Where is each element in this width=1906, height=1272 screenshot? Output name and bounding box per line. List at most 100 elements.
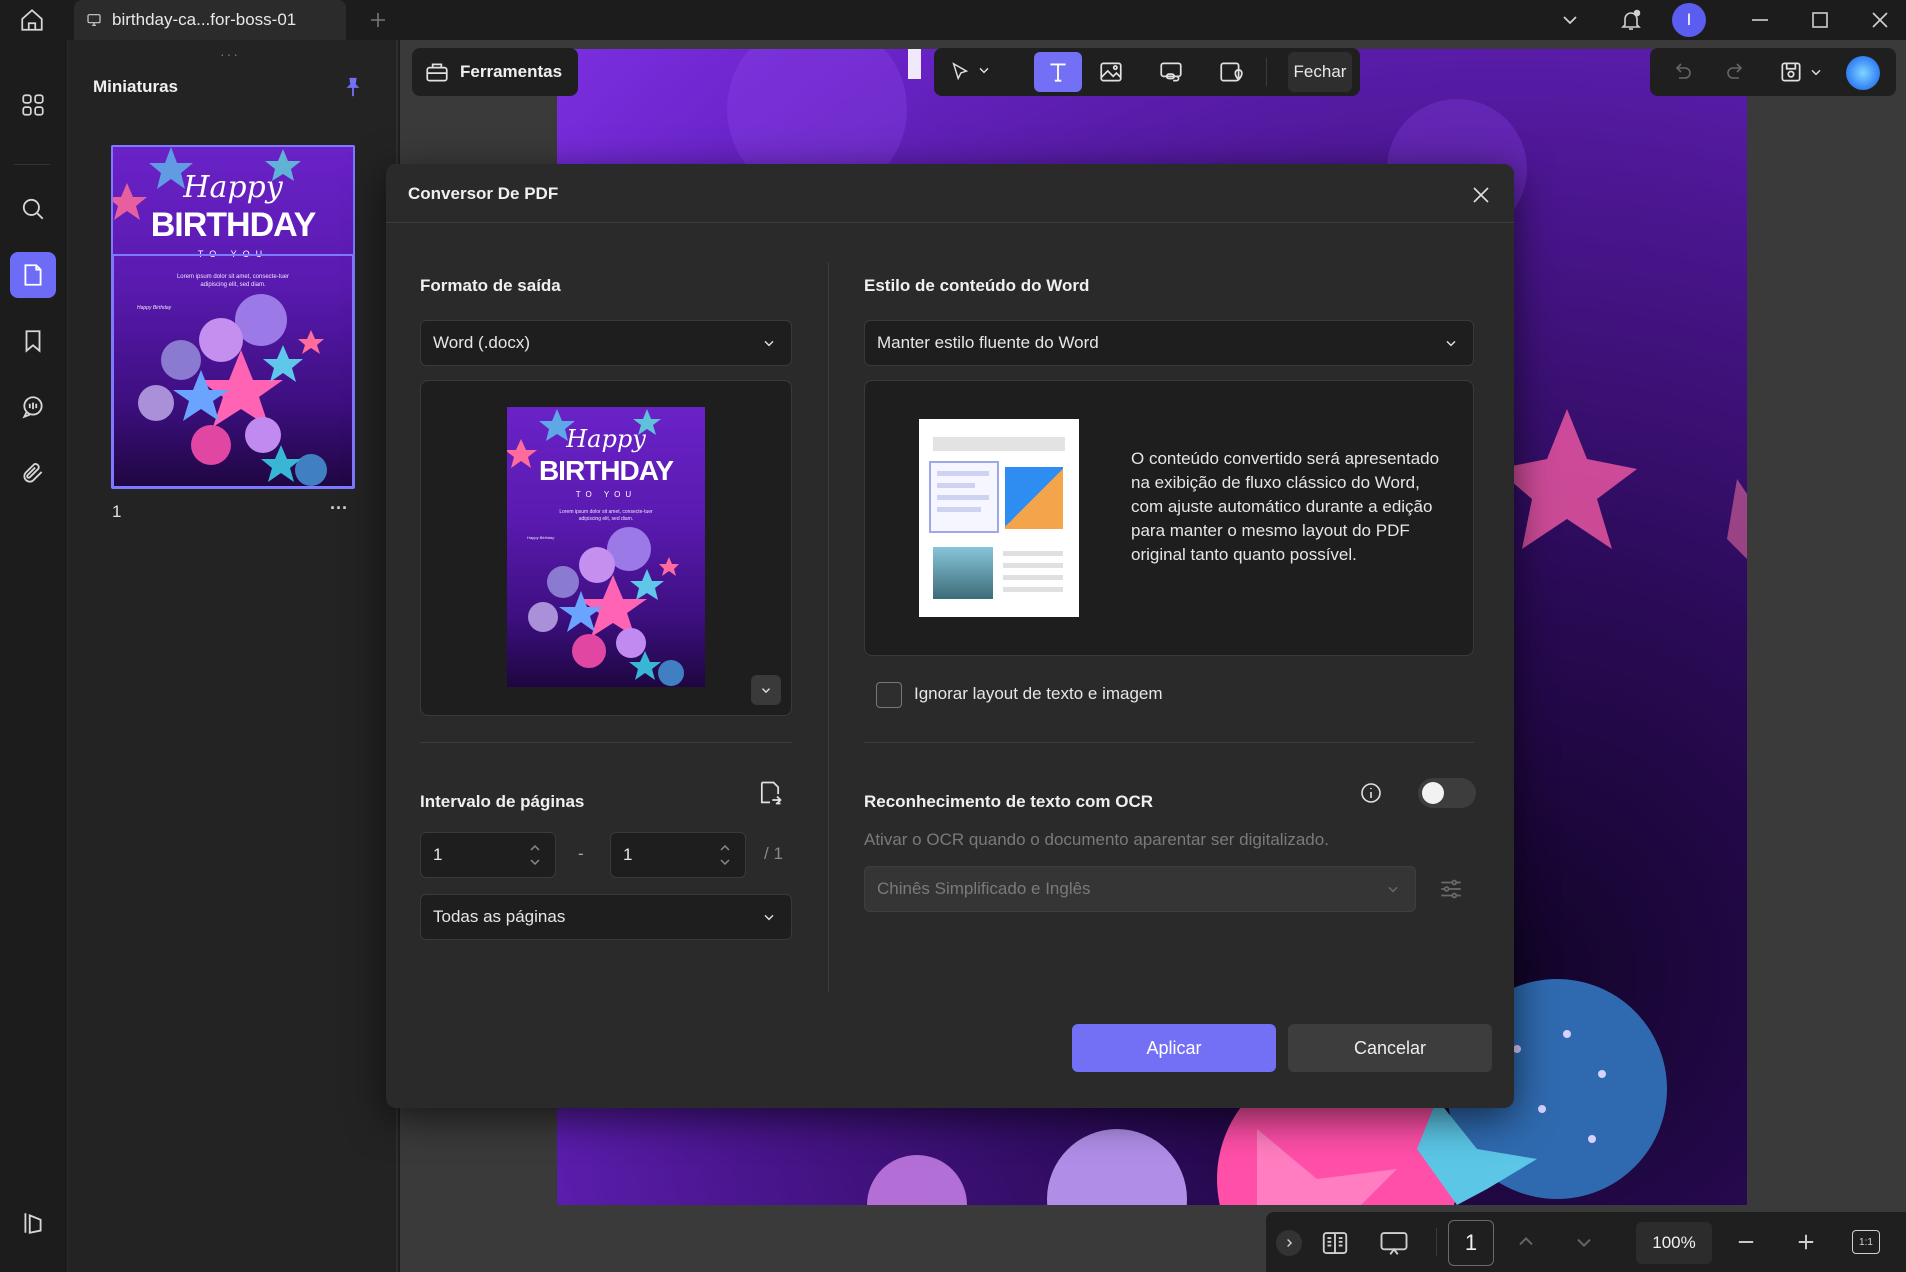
stepper-arrows-icon[interactable] — [719, 841, 731, 869]
ignore-layout-checkbox[interactable] — [876, 682, 902, 708]
dialog-title: Conversor De PDF — [408, 184, 559, 203]
thumbnails-panel: ··· Miniaturas Happy BIRTHDAY TO YOU Lor… — [68, 40, 398, 1272]
ocr-toggle-knob — [1422, 782, 1444, 804]
close-dialog-icon[interactable] — [1468, 182, 1494, 208]
ocr-info-icon[interactable] — [1356, 778, 1386, 808]
previous-page-chevron-up-icon[interactable] — [1514, 1230, 1538, 1254]
close-edit-button[interactable]: Fechar — [1288, 52, 1352, 92]
ocr-settings-sliders-icon[interactable] — [1436, 874, 1466, 904]
left-section-divider — [420, 742, 792, 743]
document-tab[interactable]: birthday-ca...for-boss-01 — [74, 0, 346, 40]
bookmark-icon[interactable] — [10, 318, 56, 364]
cursor-dropdown-chevron-icon[interactable] — [976, 62, 992, 78]
page-number-input[interactable]: 1 — [1448, 1220, 1494, 1266]
redo-icon[interactable] — [1724, 60, 1748, 84]
chevron-down-icon[interactable] — [1554, 6, 1586, 34]
panel-drag-handle[interactable]: ··· — [220, 46, 240, 62]
preview-small-text: Lorem ipsum dolor sit amet, consecte-tue… — [559, 509, 653, 522]
output-format-title: Formato de saída — [420, 276, 561, 295]
preview-script-title: Happy — [566, 425, 646, 453]
home-icon[interactable] — [14, 4, 50, 36]
dialog-header-divider — [386, 222, 1514, 223]
word-style-value: Manter estilo fluente do Word — [877, 333, 1099, 352]
preview-signature: Happy Birthday — [527, 535, 555, 540]
thumbnails-title: Miniaturas — [93, 77, 179, 96]
tools-label: Ferramentas — [460, 62, 563, 81]
maximize-icon[interactable] — [1800, 4, 1840, 36]
preview-subtitle: TO YOU — [575, 490, 637, 499]
word-layout-illustration — [919, 419, 1079, 617]
preview-page-image: Happy BIRTHDAY TO YOU Lorem ipsum dolor … — [507, 407, 705, 687]
watermark-icon[interactable] — [1214, 56, 1248, 88]
word-style-description: O conteúdo convertido será apresentado n… — [1131, 449, 1440, 564]
add-text-icon[interactable] — [1034, 52, 1082, 92]
search-icon[interactable] — [10, 186, 56, 232]
zoom-in-plus-icon[interactable] — [1794, 1230, 1818, 1254]
thumbnail-page-number: 1 — [112, 502, 122, 521]
word-style-select[interactable]: Manter estilo fluente do Word — [864, 320, 1474, 366]
next-page-chevron-down-icon[interactable] — [1572, 1230, 1596, 1254]
new-tab-plus-icon[interactable] — [364, 4, 392, 36]
page-thumbnail[interactable]: Happy BIRTHDAY TO YOU Lorem ipsum dolor … — [111, 145, 355, 489]
chevron-down-icon — [761, 909, 777, 925]
thumbnail-more-menu[interactable]: ··· — [330, 498, 348, 519]
output-format-select[interactable]: Word (.docx) — [420, 320, 792, 366]
word-style-preview-panel: O conteúdo convertido será apresentado n… — [864, 380, 1474, 656]
page-range-title: Intervalo de páginas — [420, 792, 585, 811]
thumbnail-viewport-frame — [112, 254, 354, 488]
close-window-icon[interactable] — [1860, 4, 1900, 36]
output-format-value: Word (.docx) — [433, 333, 530, 352]
page-range-to-value: 1 — [623, 845, 633, 864]
notification-bell-icon[interactable] — [1614, 4, 1648, 36]
toolbar-divider — [1266, 58, 1267, 86]
document-actions-toolbar — [1650, 48, 1896, 96]
expand-chevron-right-icon[interactable] — [1276, 1230, 1302, 1256]
zoom-out-minus-icon[interactable] — [1734, 1230, 1758, 1254]
pin-icon[interactable] — [338, 72, 368, 102]
toolbox-icon — [424, 59, 450, 85]
apply-button[interactable]: Aplicar — [1072, 1024, 1276, 1072]
ai-assistant-icon[interactable] — [1846, 56, 1880, 90]
save-dropdown-chevron-icon[interactable] — [1808, 64, 1824, 80]
attachment-paperclip-icon[interactable] — [10, 450, 56, 496]
ignore-layout-label: Ignorar layout de texto e imagem — [914, 684, 1163, 703]
cancel-button[interactable]: Cancelar — [1288, 1024, 1492, 1072]
select-cursor-icon[interactable] — [946, 58, 974, 86]
undo-icon[interactable] — [1670, 60, 1694, 84]
chevron-down-icon — [1443, 335, 1459, 351]
user-avatar[interactable]: I — [1672, 3, 1706, 37]
page-range-separator: - — [578, 844, 584, 863]
sidebar-toggle-icon[interactable] — [10, 1200, 56, 1246]
presentation-icon[interactable] — [1378, 1228, 1410, 1258]
zoom-level[interactable]: 100% — [1636, 1222, 1712, 1264]
minimize-icon[interactable] — [1740, 4, 1780, 36]
ocr-toggle[interactable] — [1418, 778, 1476, 808]
ocr-hint: Ativar o OCR quando o documento aparenta… — [864, 830, 1329, 849]
pdf-converter-dialog: Conversor De PDF Formato de saída Word (… — [386, 164, 1514, 1108]
title-bar: birthday-ca...for-boss-01 I — [0, 0, 1906, 40]
page-range-from-input[interactable]: 1 — [420, 832, 556, 878]
stepper-arrows-icon[interactable] — [529, 841, 541, 869]
save-icon[interactable] — [1778, 59, 1804, 85]
actual-size-button[interactable]: 1:1 — [1852, 1230, 1880, 1254]
ocr-language-select[interactable]: Chinês Simplificado e Inglês — [864, 866, 1416, 912]
add-image-icon[interactable] — [1094, 56, 1128, 88]
ocr-language-value: Chinês Simplificado e Inglês — [877, 879, 1091, 898]
page-range-swap-icon[interactable] — [754, 776, 786, 810]
preview-expand-chevron-icon[interactable] — [751, 675, 781, 705]
page-range-to-input[interactable]: 1 — [610, 832, 746, 878]
comment-icon[interactable] — [10, 384, 56, 430]
page-range-from-value: 1 — [433, 845, 443, 864]
page-scope-select[interactable]: Todas as páginas — [420, 894, 792, 940]
preview-main-title: BIRTHDAY — [538, 455, 674, 486]
thumbnail-script-title: Happy — [183, 170, 283, 205]
apps-grid-icon[interactable] — [10, 82, 56, 128]
chevron-down-icon — [761, 335, 777, 351]
tools-button[interactable]: Ferramentas — [412, 48, 578, 96]
ocr-title: Reconhecimento de texto com OCR — [864, 792, 1154, 811]
two-page-view-icon[interactable] — [1320, 1228, 1350, 1258]
thumbnails-pages-icon[interactable] — [10, 252, 56, 298]
bottom-navigation-bar: 1 100% 1:1 — [1266, 1212, 1906, 1272]
add-link-icon[interactable] — [1154, 56, 1188, 88]
left-tool-rail — [0, 40, 68, 1272]
